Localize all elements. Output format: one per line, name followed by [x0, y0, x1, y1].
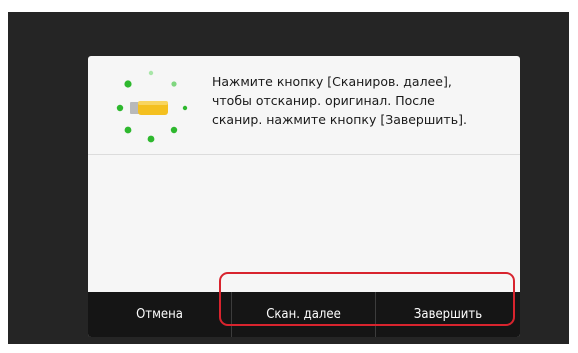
dot-icon	[147, 135, 155, 143]
instruction-line: чтобы отсканир. оригинал. После	[212, 93, 435, 108]
finish-button[interactable]: Завершить	[376, 292, 520, 337]
dot-icon	[124, 126, 132, 134]
scan-next-button[interactable]: Скан. далее	[232, 292, 376, 337]
dot-icon	[182, 105, 188, 111]
button-bar: Отмена Скан. далее Завершить	[88, 292, 520, 337]
message-area: Нажмите кнопку [Сканиров. далее], чтобы …	[88, 56, 520, 155]
instruction-line: сканир. нажмите кнопку [Завершить].	[212, 112, 467, 127]
scanning-animation-icon	[116, 70, 188, 143]
dot-icon	[116, 104, 124, 112]
device-screen: Нажмите кнопку [Сканиров. далее], чтобы …	[8, 12, 569, 344]
scan-next-dialog: Нажмите кнопку [Сканиров. далее], чтобы …	[88, 56, 520, 337]
instruction-line: Нажмите кнопку [Сканиров. далее],	[212, 74, 452, 89]
cancel-button[interactable]: Отмена	[88, 292, 232, 337]
dot-icon	[148, 70, 154, 76]
instruction-text: Нажмите кнопку [Сканиров. далее], чтобы …	[212, 72, 512, 129]
dot-icon	[170, 126, 178, 134]
usb-drive-icon	[130, 101, 168, 115]
dot-icon	[171, 81, 177, 87]
dot-icon	[124, 80, 132, 88]
